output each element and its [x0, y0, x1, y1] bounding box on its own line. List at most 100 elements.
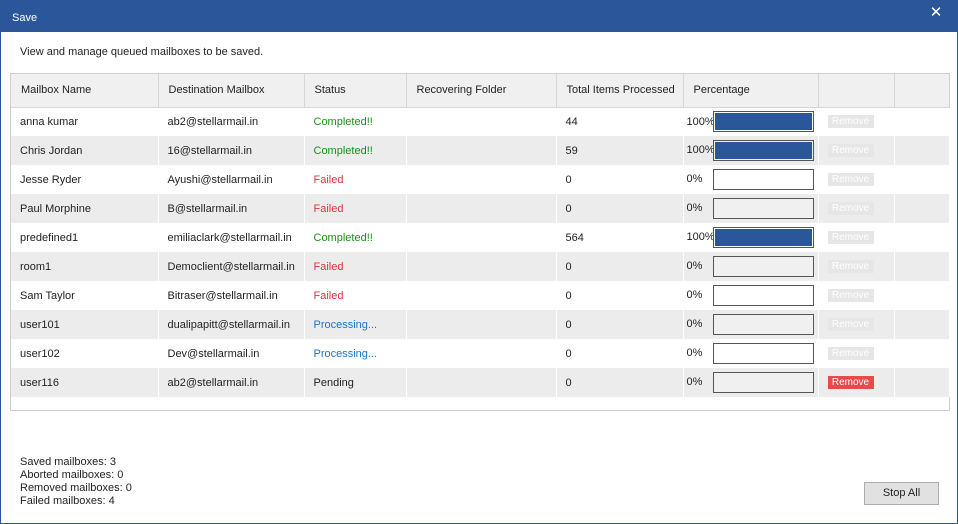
table-row[interactable]: user116 ab2@stellarmail.in Pending 0 0% Remov… [11, 368, 950, 397]
column-header-recovering-folder[interactable]: Recovering Folder [406, 74, 557, 108]
action-cell: Remove [818, 281, 895, 310]
total-items: 59 [556, 136, 684, 165]
total-items: 0 [556, 310, 684, 339]
table-row[interactable]: user102 Dev@stellarmail.in Processing... 0 0… [11, 339, 950, 368]
recovering-folder [406, 223, 557, 252]
table-row[interactable]: Chris Jordan 16@stellarmail.in Completed!!… [11, 136, 950, 165]
destination-mailbox: dualipapitt@stellarmail.in [158, 310, 305, 339]
recovering-folder [406, 368, 557, 397]
remove-button: Remove [827, 347, 874, 360]
total-items: 0 [556, 368, 684, 397]
recovering-folder [406, 136, 557, 165]
recovering-folder [406, 339, 557, 368]
mailbox-table: Mailbox Name Destination Mailbox Status … [11, 74, 950, 397]
table-row[interactable]: user101 dualipapitt@stellarmail.in Process… [11, 310, 950, 339]
remove-button[interactable]: Remove [827, 376, 874, 389]
spacer-cell [894, 165, 950, 194]
remove-button: Remove [827, 202, 874, 215]
action-cell: Remove [818, 136, 895, 165]
column-header-spacer [894, 74, 949, 108]
table-row[interactable]: Jesse Ryder Ayushi@stellarmail.in Failed 0 0… [11, 165, 950, 194]
recovering-folder [406, 310, 557, 339]
close-icon[interactable]: ✕ [928, 5, 944, 21]
percentage-cell: 0% [683, 310, 819, 339]
remove-button: Remove [827, 173, 874, 186]
percentage-cell: 0% [683, 368, 819, 397]
save-dialog: Save ✕ View and manage queued mailboxes … [0, 0, 958, 524]
percentage-text: 0% [686, 318, 703, 331]
total-items: 0 [556, 165, 684, 194]
destination-mailbox: Democlient@stellarmail.in [158, 252, 305, 281]
progress-bar [712, 314, 814, 335]
column-header-percentage[interactable]: Percentage [683, 74, 819, 108]
progress-bar [712, 169, 814, 190]
recovering-folder [406, 107, 557, 136]
status-text: Pending [304, 368, 407, 397]
table-row[interactable]: Sam Taylor Bitraser@stellarmail.in Failed 0… [11, 281, 950, 310]
mailbox-name: user101 [11, 310, 159, 339]
title-bar: Save ✕ [1, 1, 957, 32]
mailbox-name: room1 [11, 252, 159, 281]
status-text: Failed [304, 252, 407, 281]
progress-bar [712, 227, 814, 248]
status-text: Failed [304, 165, 407, 194]
total-items: 0 [556, 339, 684, 368]
table-row[interactable]: Paul Morphine B@stellarmail.in Failed 0 0% Re… [11, 194, 950, 223]
table-row[interactable]: room1 Democlient@stellarmail.in Failed 0 0% R… [11, 252, 950, 281]
progress-bar [712, 111, 814, 133]
summary-stats: Saved mailboxes: 3 Aborted mailboxes: 0 … [20, 456, 132, 508]
mailbox-name: user102 [11, 339, 159, 368]
description-text: View and manage queued mailboxes to be s… [20, 46, 264, 58]
progress-bar [712, 372, 814, 393]
recovering-folder [406, 281, 557, 310]
recovering-folder [406, 194, 557, 223]
action-cell: Remove [818, 252, 895, 281]
column-header-total-items[interactable]: Total Items Processed [556, 74, 684, 108]
total-items: 564 [556, 223, 684, 252]
total-items: 0 [556, 194, 684, 223]
percentage-cell: 0% [683, 165, 819, 194]
destination-mailbox: ab2@stellarmail.in [158, 368, 305, 397]
table-row[interactable]: anna kumar ab2@stellarmail.in Completed!! 4… [11, 107, 950, 136]
progress-bar [712, 140, 814, 161]
mailbox-name: anna kumar [11, 107, 159, 136]
table-row[interactable]: predefined1 emiliaclark@stellarmail.in Com… [11, 223, 950, 252]
column-header-destination-mailbox[interactable]: Destination Mailbox [158, 74, 305, 108]
action-cell: Remove [818, 339, 895, 368]
mailbox-name: Jesse Ryder [11, 165, 159, 194]
status-text: Failed [304, 194, 407, 223]
percentage-text: 0% [686, 173, 703, 186]
spacer-cell [894, 136, 950, 165]
destination-mailbox: 16@stellarmail.in [158, 136, 305, 165]
action-cell: Remove [818, 310, 895, 339]
action-cell: Remove [818, 165, 895, 194]
remove-button: Remove [827, 289, 874, 302]
destination-mailbox: Ayushi@stellarmail.in [158, 165, 305, 194]
total-items: 0 [556, 252, 684, 281]
destination-mailbox: ab2@stellarmail.in [158, 107, 305, 136]
percentage-cell: 100% [683, 223, 819, 252]
spacer-cell [894, 223, 950, 252]
column-header-status[interactable]: Status [304, 74, 407, 108]
recovering-folder [406, 165, 557, 194]
stop-all-button[interactable]: Stop All [864, 482, 939, 505]
spacer-cell [894, 339, 950, 368]
percentage-text: 0% [686, 376, 703, 389]
mailbox-name: Chris Jordan [11, 136, 159, 165]
percentage-text: 0% [686, 347, 703, 360]
action-cell: Remove [818, 223, 895, 252]
progress-bar [712, 256, 814, 277]
removed-count: Removed mailboxes: 0 [20, 482, 132, 494]
column-header-actions [818, 74, 895, 108]
total-items: 44 [556, 107, 684, 136]
remove-button: Remove [827, 231, 874, 244]
spacer-cell [894, 107, 950, 136]
failed-count: Failed mailboxes: 4 [20, 495, 115, 507]
percentage-cell: 0% [683, 281, 819, 310]
mailbox-name: predefined1 [11, 223, 159, 252]
table-header-row: Mailbox Name Destination Mailbox Status … [11, 74, 949, 108]
column-header-mailbox-name[interactable]: Mailbox Name [11, 74, 159, 108]
recovering-folder [406, 252, 557, 281]
aborted-count: Aborted mailboxes: 0 [20, 469, 124, 481]
remove-button: Remove [827, 144, 874, 157]
